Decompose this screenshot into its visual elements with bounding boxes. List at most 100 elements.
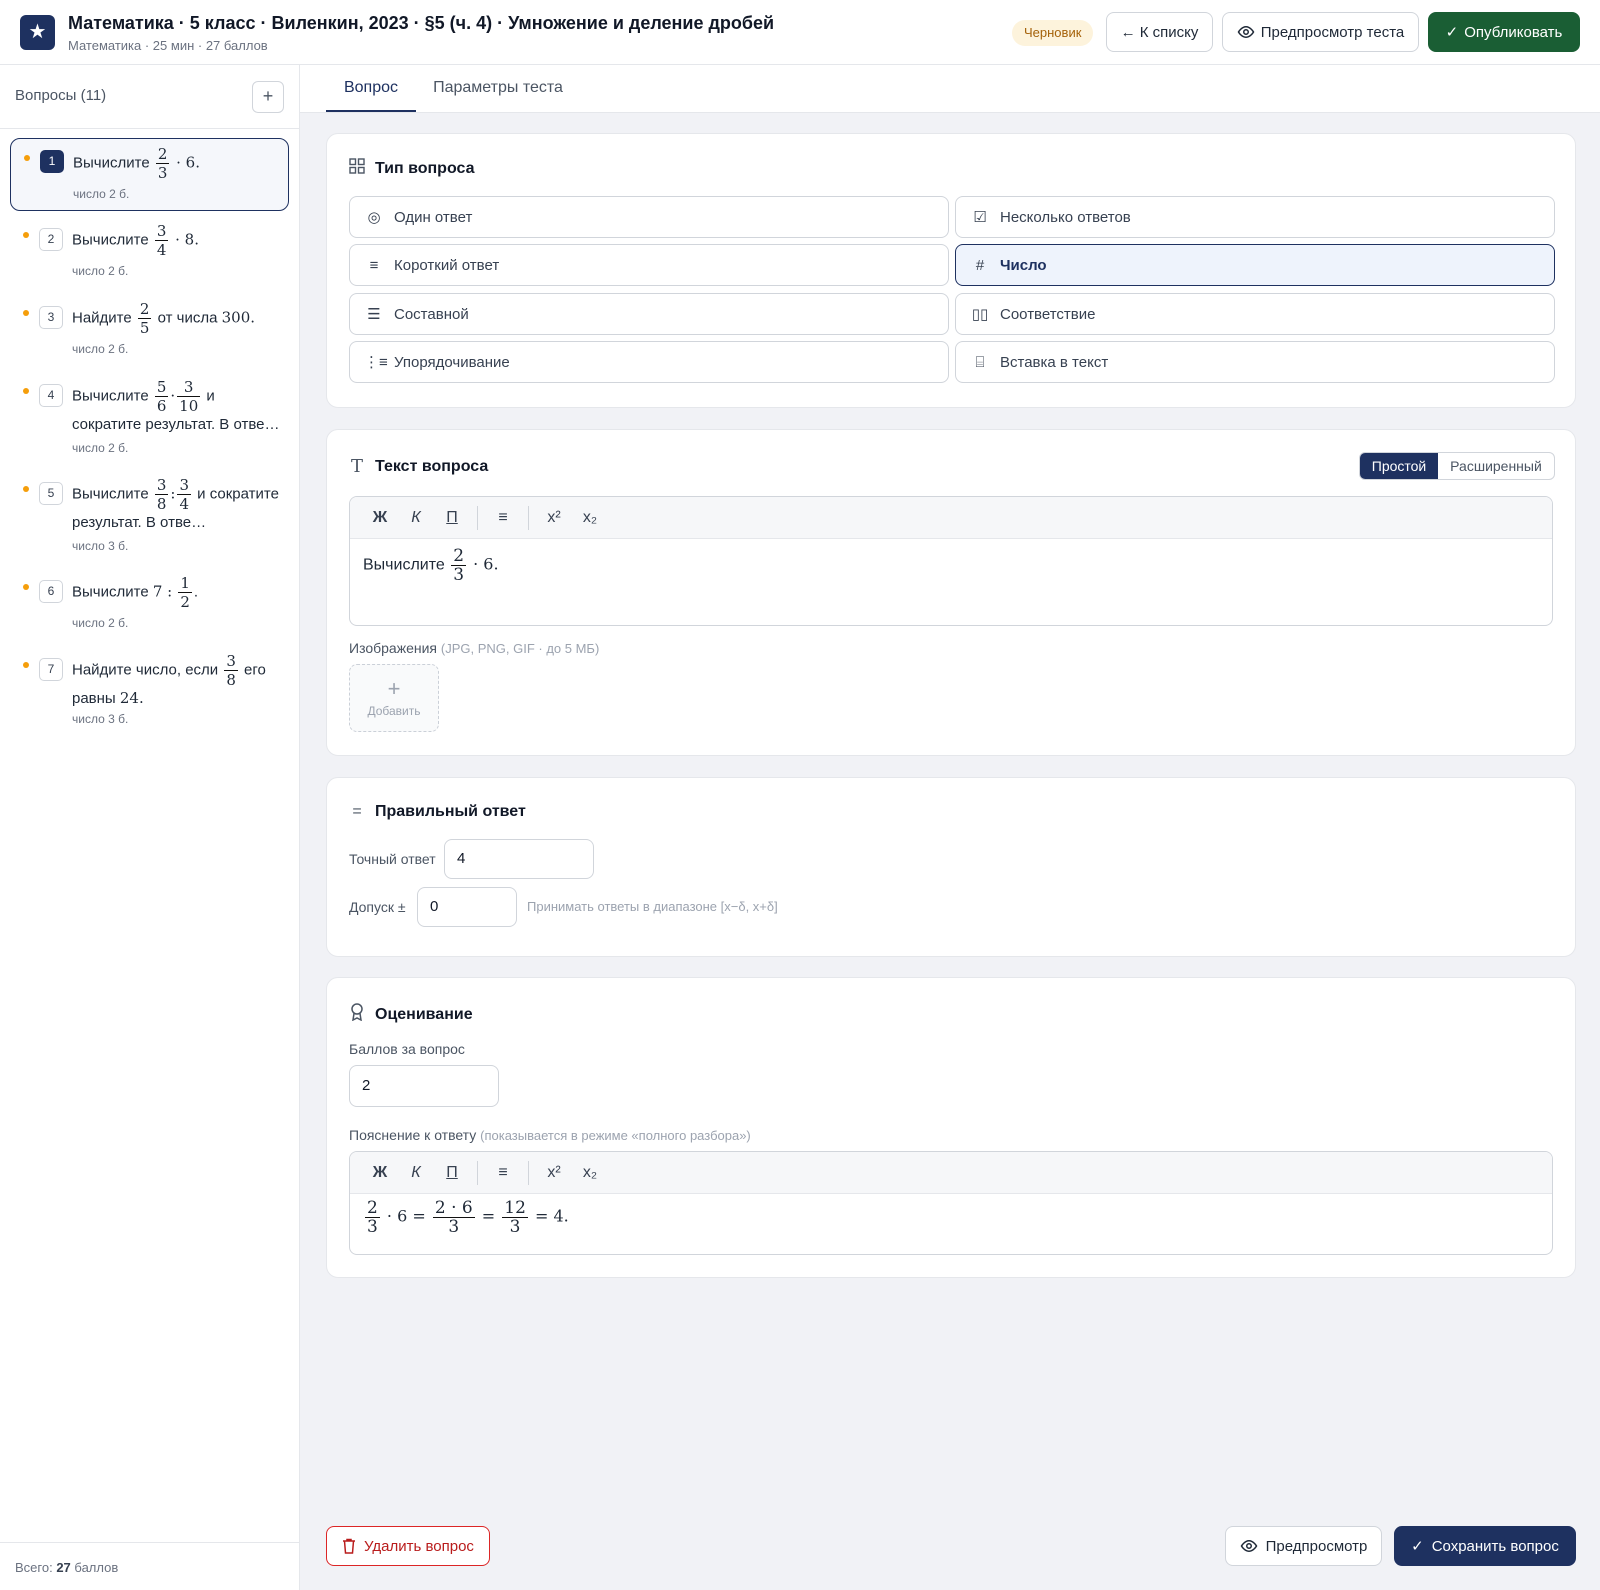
correct-answer-title: = Правильный ответ xyxy=(349,803,526,821)
question-text-content[interactable]: Вычислите 23 · 6. xyxy=(350,539,1552,592)
question-text: Вычислите 7 : 12. xyxy=(72,574,199,611)
unsaved-dot xyxy=(23,232,29,238)
question-item-4[interactable]: 4 Вычислите 5 6 · 3 10 и сократите результат… xyxy=(10,373,289,465)
superscript-button[interactable]: x² xyxy=(536,1164,572,1182)
tolerance-input[interactable]: 0 xyxy=(417,887,517,927)
question-meta: число 3 б. xyxy=(72,539,129,553)
question-meta: число 2 б. xyxy=(72,342,129,356)
unsaved-dot xyxy=(23,388,29,394)
delete-question-label: Удалить вопрос xyxy=(364,1537,474,1555)
question-type-card: Тип вопроса ◎ Один ответ ☑ Несколько ответ… xyxy=(326,133,1576,408)
check-icon: ✓ xyxy=(1445,24,1459,41)
tolerance-hint: Принимать ответы в диапазоне [x−δ, x+δ] xyxy=(527,899,778,914)
question-number: 4 xyxy=(39,384,63,407)
option-label: Число xyxy=(1000,256,1047,274)
images-label-text: Изображения xyxy=(349,640,437,656)
card-title: Оценивание xyxy=(375,1005,473,1023)
question-meta: число 2 б. xyxy=(72,264,129,278)
star-icon: ★ xyxy=(20,15,55,50)
save-question-label: Сохранить вопрос xyxy=(1431,1537,1559,1555)
preview-label: Предпросмотр xyxy=(1265,1537,1368,1555)
sidebar-footer: Всего: 27 баллов xyxy=(0,1542,299,1590)
superscript-button[interactable]: x² xyxy=(536,509,572,527)
question-number: 3 xyxy=(39,306,63,329)
question-item-1[interactable]: 1 Вычислите 23 · 6. число 2 б. xyxy=(10,138,289,211)
card-title: Правильный ответ xyxy=(375,803,526,820)
question-item-3[interactable]: 3 Найдите 25 от числа 300. число 2 б. xyxy=(10,295,289,367)
mode-advanced-button[interactable]: Расширенный xyxy=(1438,453,1554,479)
type-composite[interactable]: ☰ Составной xyxy=(349,293,949,335)
type-short-answer[interactable]: ≡ Короткий ответ xyxy=(349,244,949,286)
underline-button[interactable]: П xyxy=(434,1164,470,1182)
option-label: Короткий ответ xyxy=(394,256,500,274)
explanation-label: Пояснение к ответу (показывается в режим… xyxy=(349,1127,751,1143)
grid-icon xyxy=(349,158,365,179)
bold-button[interactable]: Ж xyxy=(362,1164,398,1182)
question-item-2[interactable]: 2 Вычислите 34 · 8. число 2 б. xyxy=(10,217,289,289)
toolbar-divider xyxy=(528,1160,529,1185)
question-item-5[interactable]: 5 Вычислите 38:34 и сократите результат.… xyxy=(10,471,289,563)
italic-button[interactable]: К xyxy=(398,1164,434,1182)
total-suffix: баллов xyxy=(74,1560,119,1575)
preview-test-label: Предпросмотр теста xyxy=(1260,23,1405,41)
italic-button[interactable]: К xyxy=(398,509,434,527)
check-icon: ✓ xyxy=(1411,1538,1424,1555)
type-multiple-choice[interactable]: ☑ Несколько ответов xyxy=(955,196,1555,238)
text-t-icon: T xyxy=(350,456,363,477)
type-number[interactable]: # Число xyxy=(955,244,1555,286)
option-label: Составной xyxy=(394,305,469,323)
preview-test-button[interactable]: Предпросмотр теста xyxy=(1222,12,1419,52)
delete-question-button[interactable]: Удалить вопрос xyxy=(326,1526,490,1566)
question-number: 1 xyxy=(40,150,64,173)
type-fill-in-text[interactable]: ⌸ Вставка в текст xyxy=(955,341,1555,383)
exact-answer-input[interactable]: 4 xyxy=(444,839,594,879)
add-image-dropzone[interactable]: + Добавить xyxy=(349,664,439,732)
explanation-content[interactable]: 23 · 6 = 2 · 63 = 12 3 = 4. xyxy=(350,1194,1552,1244)
publish-label: Опубликовать xyxy=(1464,23,1563,41)
subscript-button[interactable]: x₂ xyxy=(572,1164,608,1182)
question-item-7[interactable]: 7 Найдите число, если 38 его равны 24. ч… xyxy=(10,647,289,737)
list-button[interactable]: ≡ xyxy=(485,1164,521,1182)
editor-mode-toggle: Простой Расширенный xyxy=(1359,452,1555,480)
page-subtitle: Математика · 25 мин · 27 баллов xyxy=(68,38,268,53)
unsaved-dot xyxy=(23,310,29,316)
question-text-editor: Ж К П ≡ x² x₂ Вычислите 23 · 6. xyxy=(349,496,1553,626)
add-image-label: Добавить xyxy=(367,704,421,718)
list-button[interactable]: ≡ xyxy=(485,509,521,527)
back-to-list-button[interactable]: ← К списку xyxy=(1106,12,1213,52)
option-label: Соответствие xyxy=(1000,305,1096,323)
explanation-label-text: Пояснение к ответу xyxy=(349,1127,477,1143)
question-item-6[interactable]: 6 Вычислите 7 : 12. число 2 б. xyxy=(10,569,289,641)
preview-button[interactable]: Предпросмотр xyxy=(1225,1526,1382,1566)
correct-answer-card: = Правильный ответ Точный ответ 4 Допуск… xyxy=(326,777,1576,957)
type-ordering[interactable]: ⋮≡ Упорядочивание xyxy=(349,341,949,383)
tab-test-params[interactable]: Параметры теста xyxy=(428,65,568,112)
points-input[interactable]: 2 xyxy=(349,1065,499,1107)
award-icon xyxy=(349,1003,365,1026)
tab-question[interactable]: Вопрос xyxy=(326,65,416,112)
question-meta: число 2 б. xyxy=(72,441,129,455)
plus-icon: + xyxy=(387,676,401,701)
question-text: Найдите число, если 38 его равны 24. xyxy=(72,652,266,707)
publish-button[interactable]: ✓ Опубликовать xyxy=(1428,12,1580,52)
mode-simple-button[interactable]: Простой xyxy=(1360,453,1438,479)
question-text: Вычислите 5 6 · 3 10 и сократите результат. … xyxy=(72,378,280,433)
unsaved-dot xyxy=(23,584,29,590)
type-matching[interactable]: ▯▯ Соответствие xyxy=(955,293,1555,335)
question-text-card: T Текст вопроса Простой Расширенный Ж К … xyxy=(326,429,1576,756)
bold-button[interactable]: Ж xyxy=(362,509,398,527)
exact-answer-label: Точный ответ xyxy=(349,851,436,867)
type-single-choice[interactable]: ◎ Один ответ xyxy=(349,196,949,238)
question-type-title: Тип вопроса xyxy=(349,158,475,179)
toolbar-divider xyxy=(528,505,529,530)
eye-icon xyxy=(1237,25,1255,39)
question-meta: число 2 б. xyxy=(72,616,129,630)
images-hint: (JPG, PNG, GIF · до 5 МБ) xyxy=(440,641,600,656)
save-question-button[interactable]: ✓ Сохранить вопрос xyxy=(1394,1526,1576,1566)
subscript-button[interactable]: x₂ xyxy=(572,509,608,527)
add-question-button[interactable]: + xyxy=(252,81,284,113)
tolerance-label: Допуск ± xyxy=(349,899,406,915)
unsaved-dot xyxy=(23,486,29,492)
text-lines-icon: ≡ xyxy=(369,256,379,274)
underline-button[interactable]: П xyxy=(434,509,470,527)
